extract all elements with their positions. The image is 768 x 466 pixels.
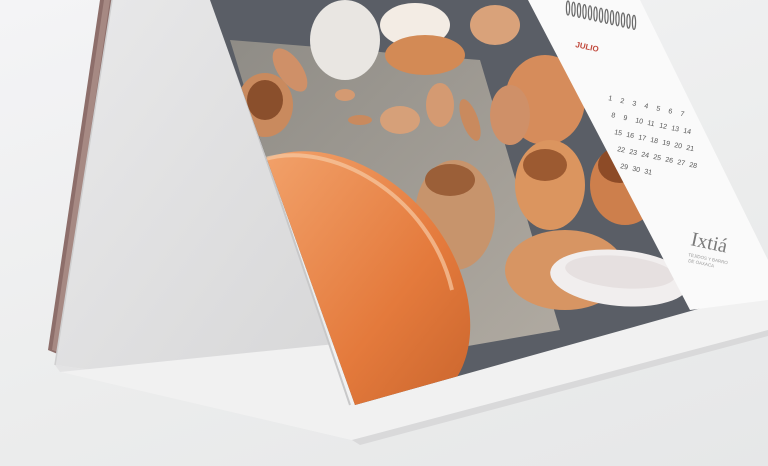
brand-logo: Ixtiá TEJIDOS Y BARRO DE OAXACA <box>688 228 730 268</box>
product-photo: JULIO 1 2 3 4 5 6 78 9 10 11 12 13 1415 16 17 18 19 20 212… <box>48 0 768 445</box>
calendar-day: 11 <box>647 120 656 128</box>
